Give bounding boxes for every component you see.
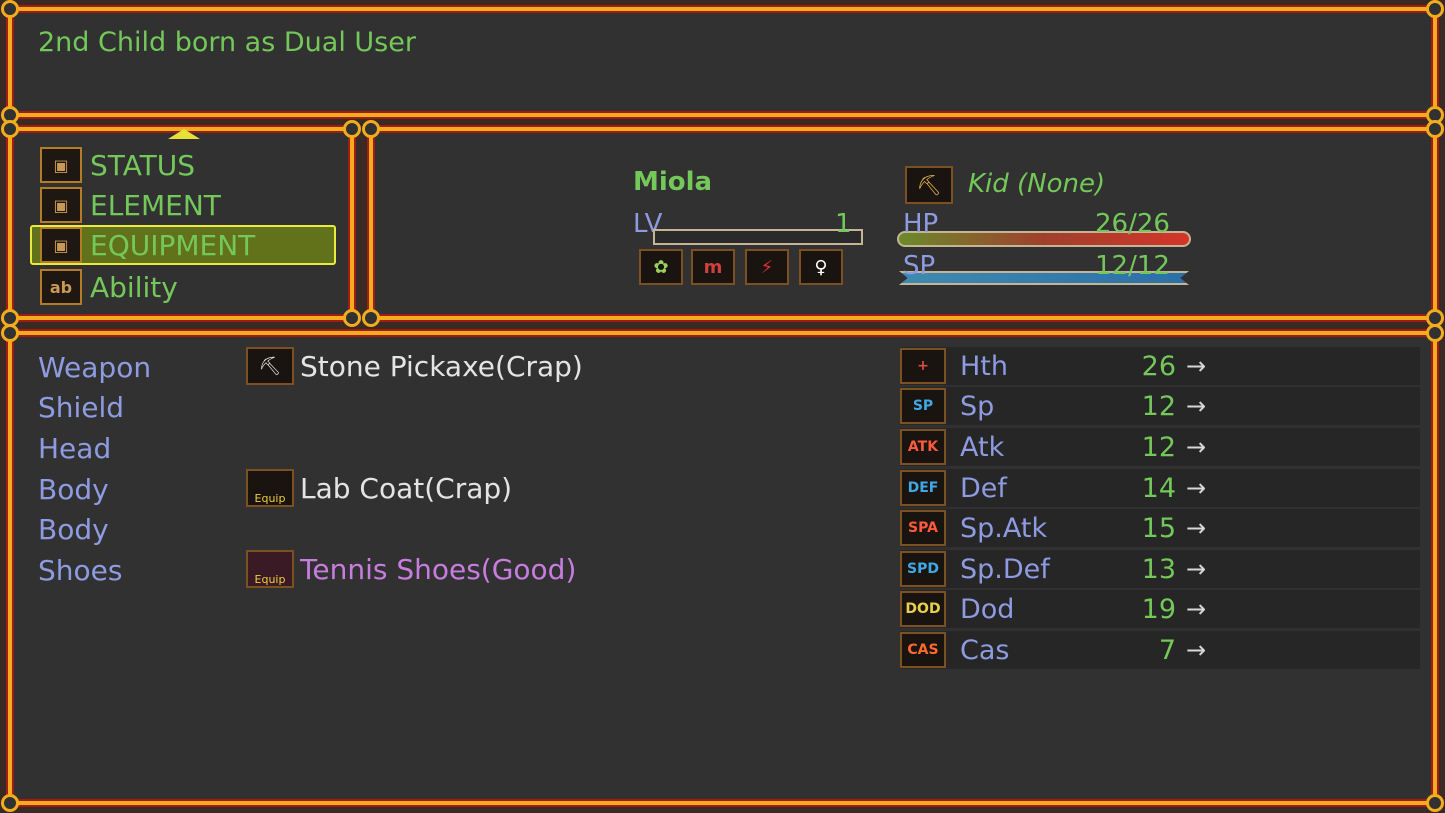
menu-item-status[interactable]: ▣ STATUS (40, 147, 195, 183)
item-name: Tennis Shoes(Good) (300, 552, 577, 586)
stat-row-sp: SP Sp 12 → (900, 387, 1420, 425)
potion-icon: m (691, 249, 735, 285)
menu-item-label: ELEMENT (90, 188, 221, 222)
slot-weapon-label[interactable]: Weapon (38, 351, 151, 384)
hp-value: 26/26 (1095, 209, 1170, 239)
lab-coat-icon: Equip (246, 469, 294, 507)
stat-row-def: DEF Def 14 → (900, 469, 1420, 507)
tennis-shoes-icon: Equip (246, 550, 294, 588)
menu-panel: ▣ STATUS ▣ ELEMENT ▣ EQUIPMENT ab Abilit… (1, 120, 361, 327)
equipment-panel: Weapon Shield Head Body Body Shoes ⛏ Sto… (1, 324, 1444, 812)
sp-atk-icon: SPA (900, 510, 946, 546)
stat-name: Cas (960, 634, 1010, 666)
level-value: 1 (835, 209, 852, 239)
slot-body2-label[interactable]: Body (38, 513, 109, 546)
dodge-icon: DOD (900, 591, 946, 627)
stat-value: 13 (1141, 553, 1176, 585)
character-name: Miola (633, 167, 713, 197)
stat-row-hth: + Hth 26 → (900, 347, 1420, 385)
arrow-right-icon: → (1186, 555, 1207, 583)
menu-item-element[interactable]: ▣ ELEMENT (40, 187, 221, 223)
arrow-right-icon: → (1186, 474, 1207, 502)
hp-label: HP (903, 209, 939, 239)
stat-row-dod: DOD Dod 19 → (900, 590, 1420, 628)
stat-row-cas: CAS Cas 7 → (900, 631, 1420, 669)
item-name: Lab Coat(Crap) (300, 471, 513, 505)
stat-name: Sp.Atk (960, 512, 1048, 544)
arrow-right-icon: → (1186, 595, 1207, 623)
cast-icon: CAS (900, 632, 946, 668)
stat-name: Dod (960, 593, 1015, 625)
book-icon: ▣ (40, 187, 82, 223)
sp-label: SP (903, 251, 936, 281)
equipped-body[interactable]: Equip Lab Coat(Crap) (246, 469, 512, 507)
slot-head-label[interactable]: Head (38, 432, 111, 465)
sp-icon: SP (900, 388, 946, 424)
stat-value: 7 (1158, 634, 1176, 666)
character-type: Kid (None) (968, 169, 1106, 199)
book-icon: ▣ (40, 147, 82, 183)
sp-value: 12/12 (1095, 251, 1170, 281)
stat-name: Def (960, 472, 1007, 504)
message-panel: 2nd Child born as Dual User (1, 0, 1444, 124)
item-name: Stone Pickaxe(Crap) (300, 349, 583, 383)
stat-value: 19 (1141, 593, 1176, 625)
slot-shoes-label[interactable]: Shoes (38, 554, 122, 587)
menu-item-label: Ability (90, 270, 178, 304)
arrow-right-icon: → (1186, 433, 1207, 461)
sp-def-icon: SPD (900, 551, 946, 587)
menu-item-label: STATUS (90, 148, 196, 182)
book-icon: ▣ (40, 227, 82, 263)
arrow-right-icon: → (1186, 392, 1207, 420)
stat-name: Sp (960, 390, 995, 422)
stat-row-sp-def: SPD Sp.Def 13 → (900, 550, 1420, 588)
stat-name: Atk (960, 431, 1005, 463)
stat-value: 15 (1141, 512, 1176, 544)
element-icon: ⚡ (745, 249, 789, 285)
female-icon: ♀ (799, 249, 843, 285)
arrow-right-icon: → (1186, 352, 1207, 380)
menu-scroll-up-icon[interactable] (168, 129, 200, 139)
dual-user-icon: ✿ (639, 249, 683, 285)
atk-icon: ATK (900, 429, 946, 465)
arrow-right-icon: → (1186, 514, 1207, 542)
slot-shield-label[interactable]: Shield (38, 391, 124, 424)
stat-value: 12 (1141, 431, 1176, 463)
level-exp-bar (653, 229, 863, 245)
stat-value: 12 (1141, 390, 1176, 422)
arrow-right-icon: → (1186, 636, 1207, 664)
stat-value: 26 (1141, 350, 1176, 382)
ability-icon: ab (40, 269, 82, 305)
slot-body-label[interactable]: Body (38, 473, 109, 506)
stat-value: 14 (1141, 472, 1176, 504)
health-icon: + (900, 348, 946, 384)
stat-name: Hth (960, 350, 1009, 382)
character-panel: Miola LV 1 ✿ m ⚡ ♀ ⛏ Kid (None) HP 26/26… (362, 120, 1444, 327)
pickaxe-icon: ⛏ (246, 347, 294, 385)
stat-row-atk: ATK Atk 12 → (900, 428, 1420, 466)
equipped-weapon[interactable]: ⛏ Stone Pickaxe(Crap) (246, 347, 583, 385)
menu-item-label: EQUIPMENT (90, 228, 256, 262)
def-icon: DEF (900, 470, 946, 506)
stat-row-sp-atk: SPA Sp.Atk 15 → (900, 509, 1420, 547)
stat-name: Sp.Def (960, 553, 1050, 585)
menu-item-ability[interactable]: ab Ability (40, 269, 178, 305)
menu-item-equipment[interactable]: ▣ EQUIPMENT (30, 225, 336, 265)
equipped-shoes[interactable]: Equip Tennis Shoes(Good) (246, 550, 576, 588)
pickaxe-type-icon: ⛏ (905, 166, 953, 204)
message-text: 2nd Child born as Dual User (38, 27, 416, 58)
